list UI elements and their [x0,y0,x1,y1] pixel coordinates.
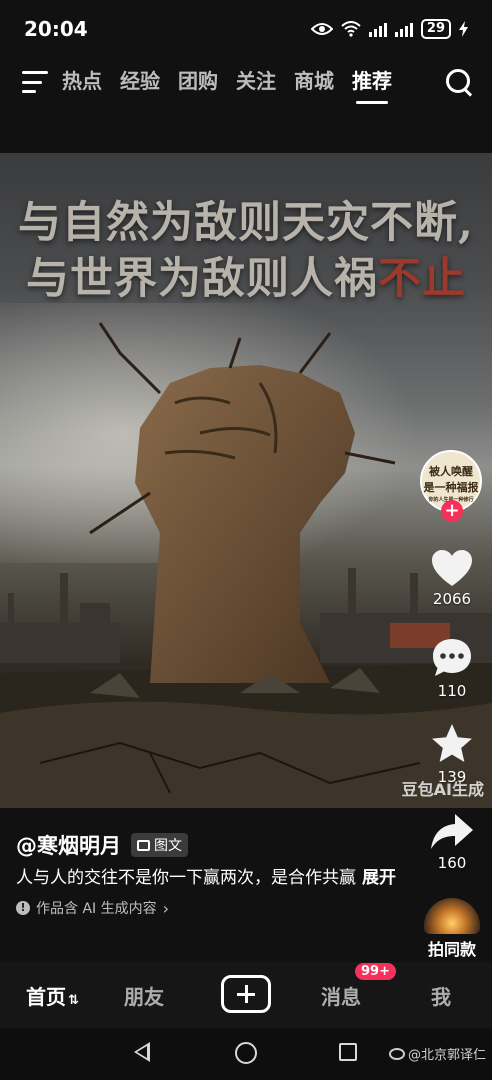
tab-hot[interactable]: 热点 [62,65,102,100]
post-description[interactable]: 人与人的交往不是你一下赢两次，是合作共赢 展开 [16,866,406,890]
share-icon [431,814,473,849]
nav-messages[interactable]: 消息 99+ [321,962,396,1010]
heart-icon [432,550,472,586]
image-text-icon [137,839,150,851]
comment-icon [433,639,471,676]
search-icon[interactable] [444,67,474,97]
tab-recommended[interactable]: 推荐 [352,65,392,104]
same-style-thumbnail [424,898,480,934]
comment-action[interactable]: 110 [412,636,492,700]
status-icons: 29 [310,19,468,39]
like-count: 2066 [432,590,472,608]
weibo-watermark: @北京郭译仁 [388,1044,486,1063]
menu-icon[interactable] [22,71,50,93]
ai-content-note[interactable]: ! 作品含 AI 生成内容 › [16,898,406,918]
bottom-nav: 首页 ⇅ 朋友 消息 99+ 我 [0,962,492,1028]
favorite-count: 139 [437,768,467,786]
nav-me[interactable]: 我 [431,981,451,1010]
same-style-label: 拍同款 [427,940,476,959]
headline-line-2-red: 不止 [378,254,466,304]
status-time: 20:04 [24,17,88,41]
signal-2-icon [394,21,413,37]
tab-experience[interactable]: 经验 [120,65,160,100]
favorite-action[interactable]: 139 [412,722,492,786]
description-text: 人与人的交往不是你一下赢两次，是合作共赢 [16,868,356,888]
wifi-icon [341,21,361,37]
post-type-label: 图文 [154,838,182,854]
refresh-icon: ⇅ [68,992,79,1008]
headline-line-2: 与世界为敌则人祸不止 [0,251,492,307]
headline-line-1: 与自然为敌则天灾不断, [18,198,474,248]
tab-mall[interactable]: 商城 [294,65,334,100]
post-type-badge: 图文 [131,833,188,857]
top-nav: 热点 经验 团购 关注 商城 推荐 [0,58,492,106]
comment-count: 110 [437,682,467,700]
author-row: @寒烟明月 图文 [16,830,406,860]
eye-icon [310,23,333,35]
author-name[interactable]: @寒烟明月 [16,830,121,860]
nav-home-label: 首页 [26,984,66,1009]
follow-button[interactable]: + [441,500,463,522]
watermark-text: @北京郭译仁 [407,1048,486,1063]
share-action[interactable]: 160 [412,812,492,872]
avatar-text-2: 是一种福报 [423,481,479,494]
avatar-text-1: 被人唤醒 [429,465,473,478]
post-image[interactable]: 与自然为敌则天灾不断, 与世界为敌则人祸不止 豆包AI生成 [0,153,492,808]
nav-friends[interactable]: 朋友 [124,981,164,1010]
share-count: 160 [437,854,467,872]
post-headline: 与自然为敌则天灾不断, 与世界为敌则人祸不止 [0,195,492,307]
same-style-action[interactable]: 拍同款 [416,898,488,960]
nav-home[interactable]: 首页 ⇅ [26,981,79,1010]
status-bar: 20:04 29 [0,0,492,58]
home-circle-icon[interactable] [235,1042,257,1064]
expand-button[interactable]: 展开 [362,868,396,888]
battery-indicator: 29 [420,19,451,39]
recent-apps-icon[interactable] [339,1043,357,1061]
messages-badge: 99+ [355,962,396,980]
author-avatar-group: 被人唤醒 是一种福报 你的人生是一种修行 + [420,450,482,522]
weibo-logo-icon [388,1047,405,1060]
like-action[interactable]: 2066 [412,548,492,608]
create-post-button[interactable] [221,975,271,1013]
signal-icon [368,21,387,37]
info-icon: ! [16,901,30,915]
tab-group-buy[interactable]: 团购 [178,65,218,100]
ai-note-text: 作品含 AI 生成内容 [36,901,157,917]
star-icon [432,724,472,762]
nav-messages-label: 消息 [321,984,361,1009]
chevron-right-icon: › [162,898,170,918]
tab-following[interactable]: 关注 [236,65,276,100]
headline-line-2-main: 与世界为敌则人祸 [26,254,378,304]
back-icon[interactable] [134,1042,150,1062]
feed-tabs: 热点 经验 团购 关注 商城 推荐 [62,65,392,104]
charging-icon [459,21,468,37]
post-caption: @寒烟明月 图文 人与人的交往不是你一下赢两次，是合作共赢 展开 ! 作品含 AI… [16,830,406,918]
system-nav-bar: @北京郭译仁 [0,1028,492,1080]
